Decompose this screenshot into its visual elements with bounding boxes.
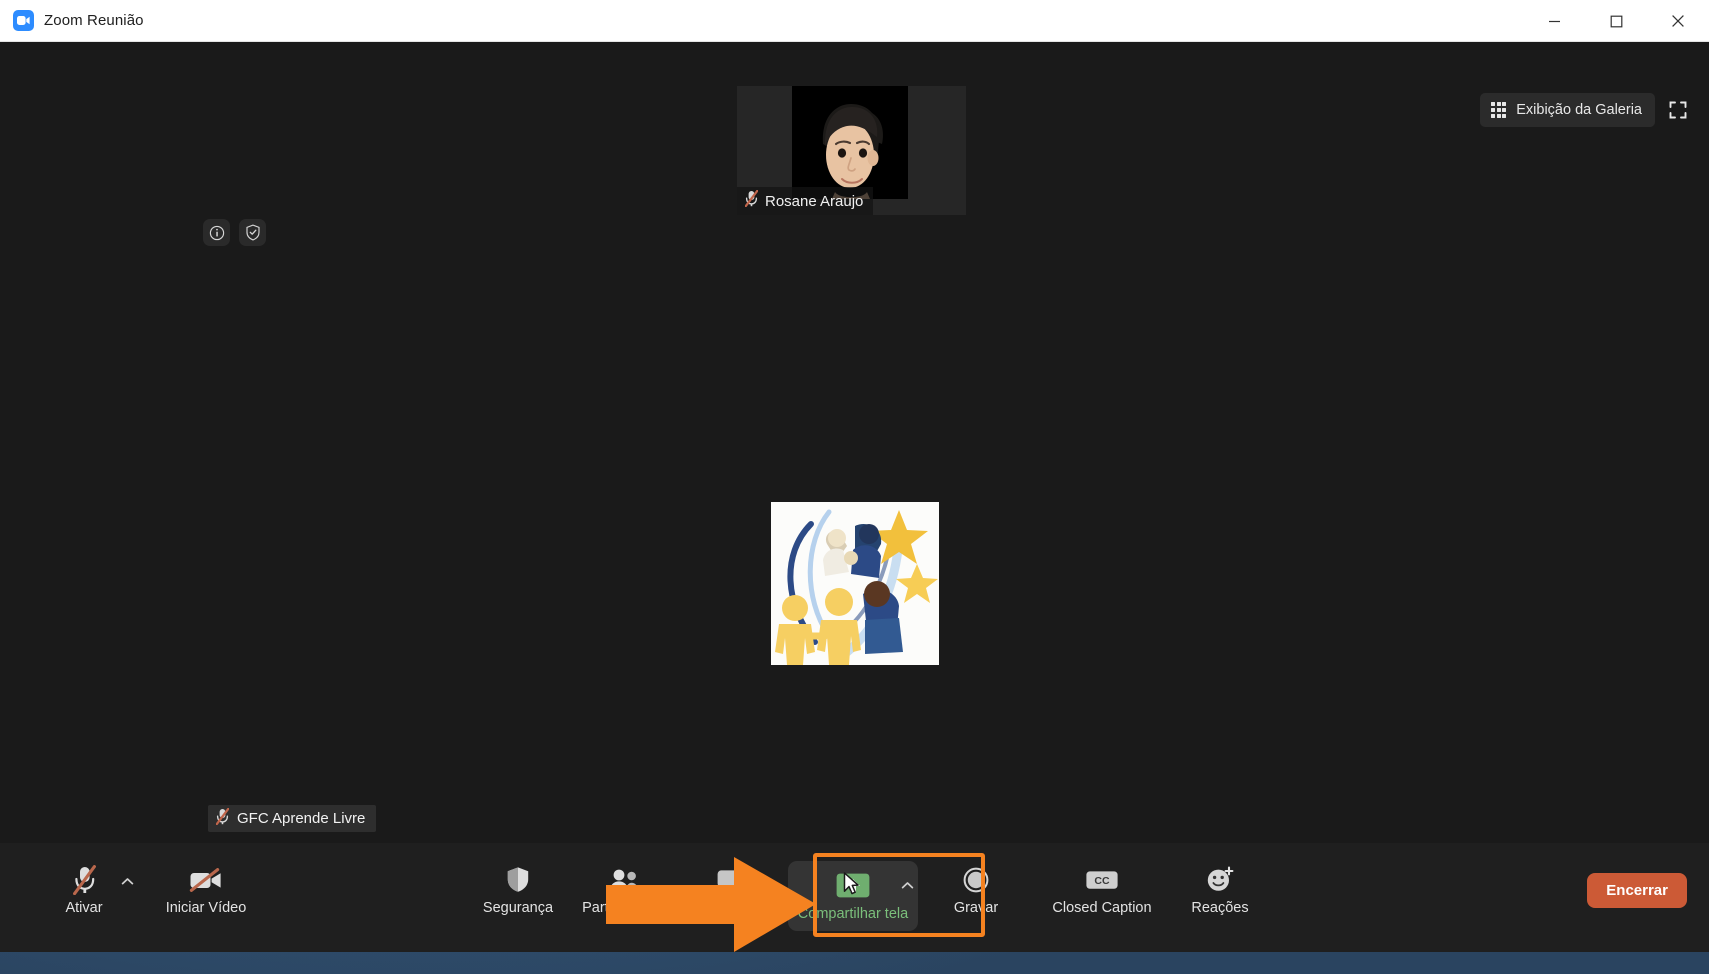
- titlebar-left: Zoom Reunião: [0, 10, 144, 31]
- participant-video-tile[interactable]: Rosane Araujo: [737, 86, 966, 215]
- svg-text:CC: CC: [1094, 875, 1110, 887]
- toolbar-reactions-label: Reações: [1191, 900, 1249, 916]
- toolbar-record-label: Gravar: [953, 900, 999, 916]
- mouse-cursor: [843, 872, 859, 895]
- fullscreen-icon[interactable]: [1661, 93, 1695, 127]
- toolbar-participants-label: Participantes: [582, 900, 666, 916]
- meeting-status-pills: [203, 219, 266, 246]
- toolbar-share-screen-button[interactable]: Compartilhar tela: [788, 861, 918, 931]
- zoom-camera-icon: [13, 10, 34, 31]
- toolbar-security-label: Segurança: [482, 900, 554, 916]
- participant-name-bar: Rosane Araujo: [737, 187, 874, 215]
- toolbar-share-screen-label: Compartilhar tela: [797, 906, 909, 922]
- end-meeting-button[interactable]: Encerrar: [1587, 873, 1687, 908]
- zoom-meeting-window: Zoom Reunião Exibição da Galeria Rosane …: [0, 0, 1709, 952]
- self-name-label: GFC Aprende Livre: [237, 810, 366, 827]
- avatar: [822, 104, 883, 199]
- encryption-shield-icon[interactable]: [239, 219, 266, 246]
- mic-muted-icon: [72, 864, 96, 895]
- maximize-button[interactable]: [1585, 0, 1647, 42]
- video-off-icon: [189, 865, 223, 894]
- toolbar-video-label: Iniciar Vídeo: [165, 900, 247, 916]
- toolbar-right-group: Encerrar: [1587, 873, 1687, 908]
- reactions-icon: [1206, 865, 1234, 894]
- toolbar-participants-button[interactable]: Participantes: [576, 861, 672, 916]
- mic-muted-icon: [215, 807, 230, 830]
- window-controls: [1523, 0, 1709, 42]
- toolbar-audio-button[interactable]: Ativar: [28, 861, 140, 916]
- participant-video-feed: [792, 86, 908, 199]
- gallery-view-label: Exibição da Galeria: [1516, 102, 1642, 118]
- grid-icon: [1491, 102, 1507, 118]
- minimize-button[interactable]: [1523, 0, 1585, 42]
- share-screen-icon: [835, 871, 871, 900]
- meeting-toolbar: GFC Aprende Livre Ativar Iniciar Vídeo S…: [0, 805, 1709, 952]
- participants-icon: [608, 865, 640, 894]
- close-button[interactable]: [1647, 0, 1709, 42]
- closed-caption-icon: CC: [1085, 865, 1119, 894]
- gallery-view-button[interactable]: Exibição da Galeria: [1480, 93, 1655, 127]
- mic-muted-icon: [744, 189, 759, 212]
- toolbar-audio-label: Ativar: [65, 900, 103, 916]
- toolbar-chat-label: Bate-papo: [696, 900, 764, 916]
- participant-name-label: Rosane Araujo: [765, 192, 864, 210]
- record-icon: [963, 865, 989, 894]
- window-titlebar: Zoom Reunião: [0, 0, 1709, 42]
- toolbar-chat-button[interactable]: Bate-papo: [682, 861, 778, 916]
- toolbar-video-button[interactable]: Iniciar Vídeo: [158, 861, 254, 916]
- chevron-up-icon[interactable]: [121, 873, 134, 891]
- toolbar-center-group: Segurança Participantes Bate-papo Compar…: [470, 861, 1268, 931]
- toolbar-captions-button[interactable]: CC Closed Caption: [1042, 861, 1162, 916]
- toolbar-left-group: Ativar Iniciar Vídeo: [28, 843, 254, 916]
- chevron-up-icon[interactable]: [901, 877, 914, 895]
- self-name-chip: GFC Aprende Livre: [208, 805, 377, 832]
- meeting-stage: Exibição da Galeria Rosane Araujo: [0, 42, 1709, 843]
- group-logo-image: [771, 502, 939, 665]
- shield-icon: [506, 865, 530, 894]
- toolbar-security-button[interactable]: Segurança: [470, 861, 566, 916]
- chat-icon: [716, 865, 744, 894]
- toolbar-record-button[interactable]: Gravar: [928, 861, 1024, 916]
- meeting-info-icon[interactable]: [203, 219, 230, 246]
- toolbar-captions-label: Closed Caption: [1052, 900, 1152, 916]
- toolbar-reactions-button[interactable]: Reações: [1172, 861, 1268, 916]
- view-controls: Exibição da Galeria: [1480, 93, 1695, 127]
- app-title: Zoom Reunião: [44, 12, 144, 29]
